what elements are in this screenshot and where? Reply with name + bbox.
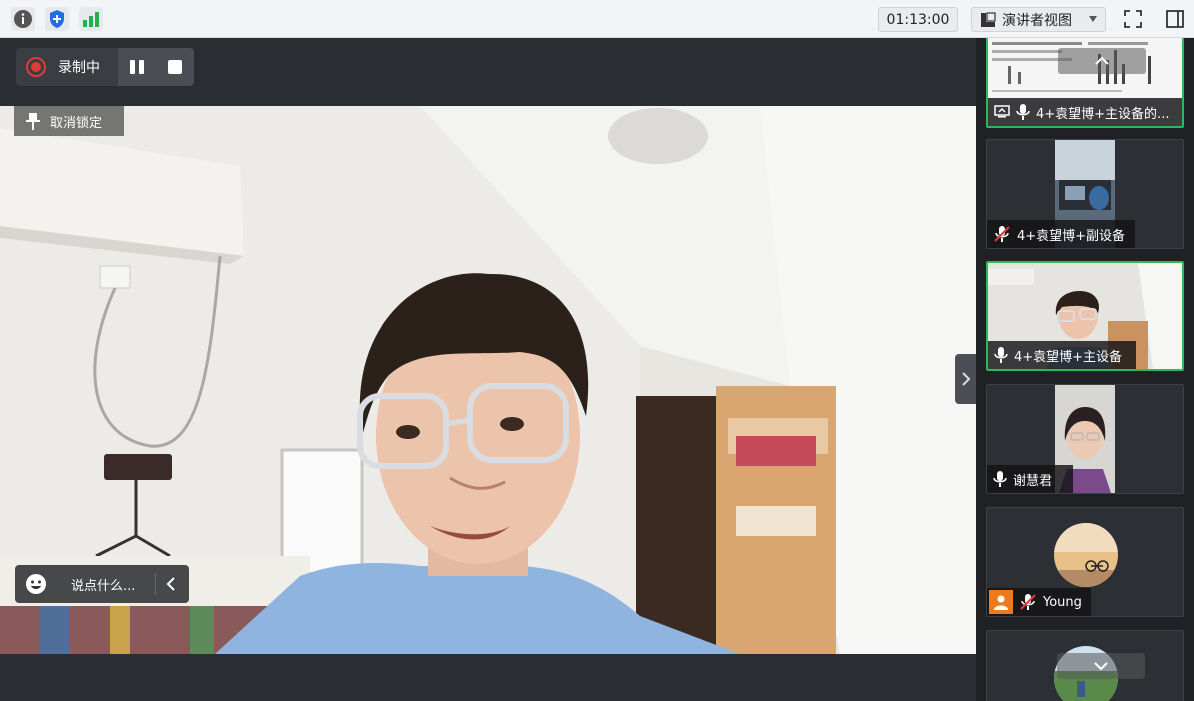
- shield-plus-icon[interactable]: [45, 7, 69, 31]
- sidebar-panel-icon[interactable]: [1163, 7, 1187, 31]
- participant-name: 谢慧君: [1013, 473, 1053, 489]
- participant-name: Young: [1043, 594, 1082, 610]
- participant-label: 4+袁望博+副设备: [987, 220, 1135, 248]
- participant-tile-1[interactable]: 4+袁望博+主设备的...: [986, 38, 1184, 128]
- microphone-muted-icon: [994, 226, 1010, 242]
- recording-bar: 录制中: [16, 48, 194, 86]
- main-stage: 录制中 取消锁定 说点什么...: [0, 38, 977, 701]
- unpin-label: 取消锁定: [50, 115, 103, 131]
- microphone-muted-icon: [1020, 594, 1036, 610]
- pause-icon[interactable]: [130, 60, 144, 74]
- main-video-feed: 取消锁定 说点什么...: [0, 106, 976, 654]
- sidebar-collapse-button[interactable]: [955, 354, 977, 404]
- top-toolbar: 01:13:00 演讲者视图: [0, 0, 1194, 38]
- participant-name: 4+袁望博+主设备的...: [1036, 106, 1170, 122]
- participant-tile-6[interactable]: [986, 630, 1184, 701]
- microphone-icon: [993, 471, 1007, 487]
- chevron-down-icon: [1094, 662, 1108, 671]
- chat-input-bar[interactable]: 说点什么...: [15, 565, 189, 603]
- scroll-up-button[interactable]: [1058, 48, 1146, 74]
- participant-tile-4[interactable]: 谢慧君: [986, 384, 1184, 494]
- participant-label: Young: [987, 588, 1091, 616]
- participant-label: 4+袁望博+主设备: [988, 341, 1136, 369]
- emoji-icon[interactable]: [25, 573, 47, 595]
- recording-controls: [118, 48, 194, 86]
- microphone-icon: [1016, 104, 1030, 120]
- person-icon: [989, 590, 1013, 614]
- participant-sidebar: 4+袁望博+主设备的... 4+袁望博+副设备 4+袁望博+主设备 谢慧君 Yo…: [976, 38, 1194, 701]
- participant-tile-5[interactable]: Young: [986, 507, 1184, 617]
- fullscreen-icon[interactable]: [1121, 7, 1145, 31]
- stop-icon[interactable]: [168, 60, 182, 74]
- chevron-left-icon[interactable]: [165, 574, 177, 594]
- participant-label: 谢慧君: [987, 465, 1073, 493]
- chevron-down-icon: [1089, 16, 1097, 22]
- participant-name: 4+袁望博+副设备: [1017, 228, 1126, 244]
- meeting-timer: 01:13:00: [878, 7, 958, 32]
- participant-avatar-image: [1054, 523, 1118, 587]
- chevron-right-icon: [962, 372, 971, 386]
- view-mode-dropdown[interactable]: 演讲者视图: [971, 7, 1106, 32]
- record-dot-icon: [26, 57, 46, 77]
- recording-status: 录制中: [58, 60, 100, 76]
- chat-divider: [155, 573, 156, 595]
- participant-label: 4+袁望博+主设备的...: [988, 98, 1182, 126]
- microphone-icon: [994, 347, 1008, 363]
- participant-name: 4+袁望博+主设备: [1014, 349, 1123, 365]
- info-icon[interactable]: [11, 7, 35, 31]
- signal-bars-icon[interactable]: [79, 7, 103, 31]
- layout-icon: [981, 11, 996, 27]
- participant-tile-2[interactable]: 4+袁望博+副设备: [986, 139, 1184, 249]
- screen-share-icon: [994, 105, 1010, 118]
- participant-tile-3[interactable]: 4+袁望博+主设备: [986, 261, 1184, 371]
- chat-placeholder[interactable]: 说点什么...: [71, 575, 135, 594]
- pin-icon: [26, 113, 40, 130]
- unpin-button[interactable]: 取消锁定: [14, 106, 124, 136]
- chevron-up-icon: [1095, 56, 1109, 65]
- view-mode-label: 演讲者视图: [1002, 12, 1072, 29]
- scroll-down-button[interactable]: [1057, 653, 1145, 679]
